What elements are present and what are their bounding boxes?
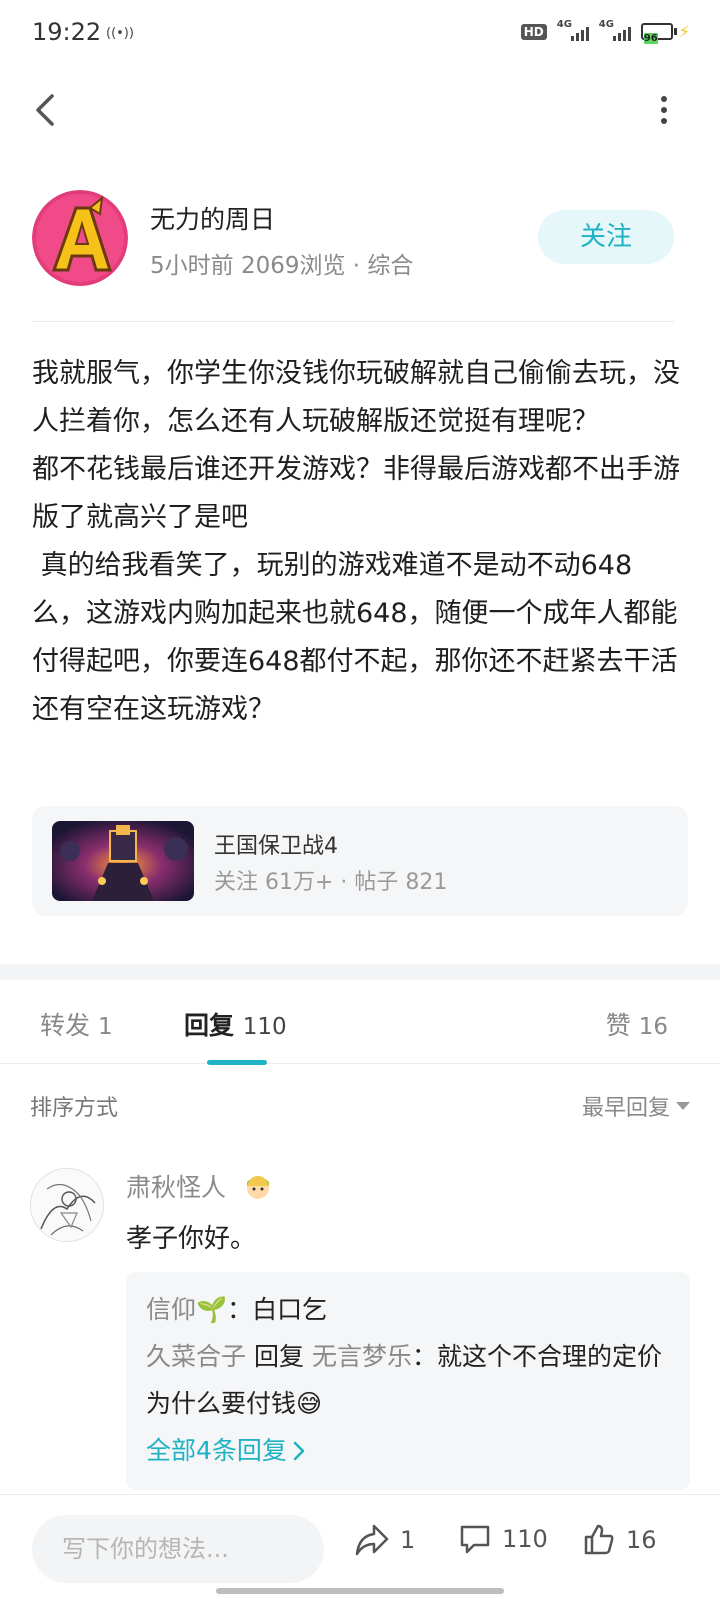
signal-icon-2: 4G — [599, 19, 631, 41]
divider — [32, 321, 674, 322]
like-count: 16 — [626, 1526, 657, 1554]
reply-item: 久菜合子 回复 无言梦乐：就这个不合理的定价为什么要付钱😅 — [146, 1342, 662, 1418]
charging-icon: ⚡ — [678, 22, 690, 41]
chevron-right-icon — [293, 1441, 305, 1460]
comment-input[interactable]: 写下你的想法... — [32, 1515, 324, 1583]
follow-button[interactable]: 关注 — [538, 210, 674, 264]
author-name[interactable]: 无力的周日 — [150, 200, 275, 236]
network-type-label-2: 4G — [598, 18, 614, 30]
sort-dropdown[interactable]: 最早回复 — [582, 1090, 690, 1122]
active-tab-indicator — [207, 1060, 267, 1065]
status-indicators: HD 4G 4G 96 ⚡ — [520, 19, 690, 44]
commenter-name[interactable]: 肃秋怪人 — [126, 1168, 274, 1208]
tab-like-count: 16 — [638, 1014, 668, 1040]
status-bar: 19:22 ((•)) HD 4G 4G 96 ⚡ — [0, 0, 720, 70]
sort-label: 排序方式 — [30, 1096, 119, 1121]
game-stats: 关注 61万+ · 帖子 821 — [214, 870, 448, 895]
tab-repost-label: 转发 — [40, 1011, 91, 1040]
comment-bubble-icon — [460, 1525, 490, 1554]
sort-row: 排序方式 最早回复 — [30, 1090, 690, 1122]
battery-icon: 96 ⚡ — [640, 22, 690, 44]
signal-icon: 4G — [557, 19, 589, 41]
caret-down-icon — [676, 1102, 690, 1110]
post-body: 我就服气，你学生你没钱你玩破解就自己偷偷去玩，没人拦着你，怎么还有人玩破解版还觉… — [32, 350, 680, 734]
post-paragraph: 都不花钱最后谁还开发游戏？非得最后游戏都不出手游版了就高兴了是吧 — [32, 454, 680, 533]
reply-text: 白口乞 — [252, 1295, 328, 1324]
section-separator — [0, 964, 720, 980]
tab-repost-count: 1 — [97, 1014, 113, 1040]
battery-level: 96 — [643, 33, 658, 44]
user-badge-icon — [242, 1170, 274, 1208]
more-vertical-icon — [661, 96, 667, 124]
chevron-left-icon — [36, 94, 54, 126]
tab-reply-count: 110 — [242, 1014, 287, 1040]
reply-target[interactable]: 无言梦乐 — [312, 1342, 412, 1371]
post-author: 无力的周日 5小时前 2069浏览 · 综合 关注 — [32, 190, 674, 286]
reply-author[interactable]: 久菜合子 — [146, 1342, 246, 1371]
share-count: 1 — [400, 1526, 416, 1554]
share-arrow-icon — [355, 1524, 389, 1556]
home-indicator[interactable] — [216, 1588, 504, 1594]
sort-value: 最早回复 — [581, 1096, 670, 1121]
comment-count: 110 — [502, 1525, 548, 1553]
tab-like-label: 赞 — [605, 1011, 631, 1040]
comment-button[interactable]: 110 — [458, 1523, 548, 1555]
network-type-label: 4G — [556, 18, 572, 30]
post-paragraph: 我就服气，你学生你没钱你玩破解就自己偷偷去玩，没人拦着你，怎么还有人玩破解版还觉… — [32, 358, 680, 437]
reply-item: 信仰🌱：白口乞 — [146, 1295, 328, 1324]
commenter-avatar[interactable] — [30, 1168, 104, 1242]
commenter-name-text: 肃秋怪人 — [126, 1173, 227, 1202]
game-card[interactable]: 王国保卫战4 关注 61万+ · 帖子 821 — [32, 806, 688, 916]
author-avatar[interactable] — [32, 190, 128, 286]
post-paragraph: 真的给我看笑了，玩别的游戏难道不是动不动648么，这游戏内购加起来也就648，随… — [32, 550, 678, 725]
tab-repost[interactable]: 转发 1 — [40, 1006, 113, 1042]
tab-reply-label: 回复 — [184, 1011, 235, 1040]
share-button[interactable]: 1 — [354, 1523, 415, 1557]
game-name: 王国保卫战4 — [214, 834, 338, 859]
reply-preview[interactable]: 信仰🌱：白口乞 久菜合子 回复 无言梦乐：就这个不合理的定价为什么要付钱😅 全部… — [126, 1272, 690, 1490]
back-button[interactable] — [30, 92, 66, 128]
like-button[interactable]: 16 — [582, 1523, 657, 1557]
plant-icon: 🌱 — [196, 1295, 228, 1324]
thumbs-up-icon — [584, 1524, 614, 1555]
view-all-replies-link[interactable]: 全部4条回复 — [146, 1427, 305, 1474]
reply-author[interactable]: 信仰 — [146, 1295, 196, 1324]
interaction-tabs: 转发 1 回复 110 赞 16 — [0, 980, 720, 1065]
view-all-replies-label: 全部4条回复 — [146, 1436, 287, 1465]
nav-bar — [0, 80, 720, 140]
game-thumbnail — [52, 821, 194, 901]
comment-text: 孝子你好。 — [126, 1224, 257, 1254]
hd-icon: HD — [520, 23, 547, 40]
more-button[interactable] — [656, 94, 672, 126]
tab-reply[interactable]: 回复 110 — [184, 1006, 287, 1042]
status-time: 19:22 — [32, 18, 102, 46]
radio-icon: ((•)) — [106, 26, 134, 41]
reply-word: 回复 — [253, 1342, 304, 1371]
bottom-action-bar: 写下你的想法... 1 110 16 — [0, 1494, 720, 1600]
tab-like[interactable]: 赞 16 — [606, 1006, 668, 1042]
post-meta: 5小时前 2069浏览 · 综合 — [150, 253, 414, 279]
